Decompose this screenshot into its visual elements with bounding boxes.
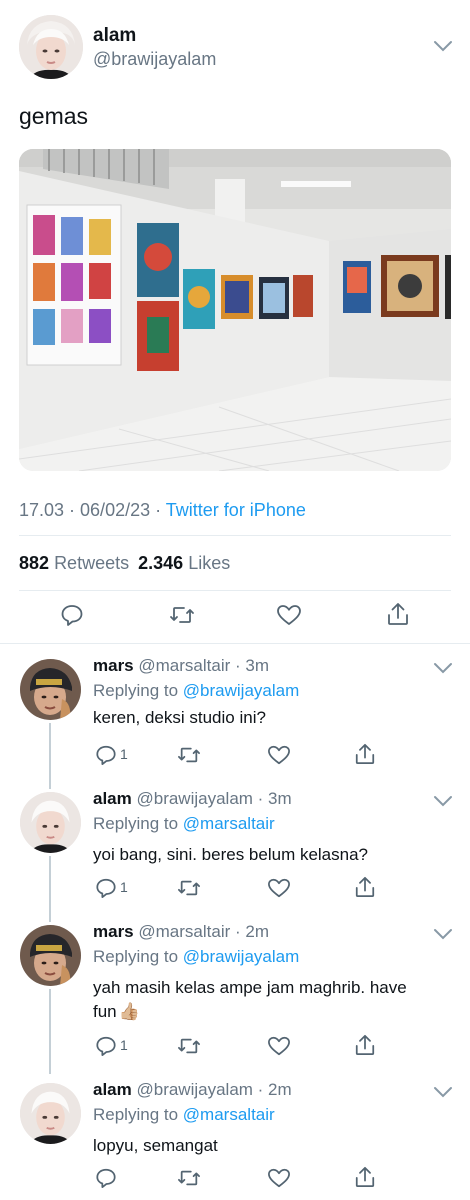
reply-icon[interactable] [95,1167,117,1189]
replying-to-label: Replying to [93,947,179,966]
tweet-meta: 17.03 · 06/02/23 · Twitter for iPhone [19,500,306,521]
like-icon[interactable] [267,1167,291,1189]
reply-text-line-1: yah masih kelas ampe jam maghrib. have [93,978,407,997]
replying-to: Replying to @brawijayalam [93,681,299,701]
reply-icon[interactable] [95,877,117,899]
divider [19,535,451,536]
replying-to-label: Replying to [93,814,179,833]
likes-label: Likes [188,553,231,573]
reply-header: alam @brawijayalam · 2m [93,1080,292,1100]
chevron-down-icon[interactable] [433,795,455,809]
retweet-icon[interactable] [177,1167,201,1189]
reply-header: mars @marsaltair · 2m [93,922,269,942]
replying-to-label: Replying to [93,1105,179,1124]
tweet-timestamp: 17.03 · 06/02/23 · [19,500,162,520]
replying-to: Replying to @marsaltair [93,814,275,834]
reply-avatar[interactable] [20,925,81,986]
replying-to-label: Replying to [93,681,179,700]
reply-count: 1 [120,879,128,895]
reply-header: alam @brawijayalam · 3m [93,789,292,809]
thread-line [49,989,51,1074]
reply-avatar[interactable] [20,659,81,720]
reply-avatar[interactable] [20,792,81,853]
share-icon[interactable] [354,742,376,766]
divider [19,590,451,591]
divider [0,643,470,644]
reply-text-line-2: fun 👍🏼 [93,1000,140,1024]
retweet-icon[interactable] [177,877,201,899]
author-handle[interactable]: @brawijayalam [93,49,216,70]
reply-icon[interactable] [95,744,117,766]
chevron-down-icon[interactable] [433,928,455,942]
thumbs-up-emoji: 👍🏼 [118,1002,140,1021]
reply-text: lopyu, semangat [93,1136,218,1155]
like-icon[interactable] [267,877,291,899]
replying-to-link[interactable]: @marsaltair [183,1105,275,1124]
retweets-count: 882 [19,553,50,573]
reply-text: yoi bang, sini. beres belum kelasna? [93,845,368,864]
reply-text: keren, deksi studio ini? [93,708,266,727]
replying-to: Replying to @brawijayalam [93,947,299,967]
reply-avatar[interactable] [20,1083,81,1144]
like-icon[interactable] [267,744,291,766]
likes-stat[interactable]: 2.346 Likes [138,553,230,573]
tweet-text: gemas [19,103,89,129]
tweet-source-link[interactable]: Twitter for iPhone [166,500,306,520]
reply-count: 1 [120,746,128,762]
like-icon[interactable] [267,1035,291,1057]
author-avatar[interactable] [19,15,83,79]
retweet-icon[interactable] [169,603,195,627]
replying-to: Replying to @marsaltair [93,1105,275,1125]
replying-to-link[interactable]: @brawijayalam [183,947,299,966]
retweets-label: Retweets [54,553,130,573]
reply-author-name[interactable]: alam [93,789,132,808]
retweet-icon[interactable] [177,1035,201,1057]
reply-header: mars @marsaltair · 3m [93,656,269,676]
share-icon[interactable] [354,875,376,899]
share-icon[interactable] [354,1165,376,1189]
chevron-down-icon[interactable] [433,1086,455,1100]
replying-to-link[interactable]: @marsaltair [183,814,275,833]
like-icon[interactable] [276,603,302,627]
reply-handle-time[interactable]: @brawijayalam · 3m [136,789,291,808]
reply-author-name[interactable]: mars [93,656,134,675]
thread-line [49,723,51,789]
engagement-counts: 882 Retweets 2.346 Likes [19,553,230,574]
reply-text: fun [93,1002,117,1021]
reply-icon[interactable] [95,1035,117,1057]
chevron-down-icon[interactable] [433,662,455,676]
reply-author-name[interactable]: mars [93,922,134,941]
share-icon[interactable] [386,601,410,627]
reply-handle-time[interactable]: @marsaltair · 3m [138,656,269,675]
retweets-stat[interactable]: 882 Retweets [19,553,134,573]
author-name[interactable]: alam [93,25,136,47]
retweet-icon[interactable] [177,744,201,766]
thread-line [49,856,51,922]
reply-handle-time[interactable]: @brawijayalam · 2m [136,1080,291,1099]
reply-count: 1 [120,1037,128,1053]
share-icon[interactable] [354,1033,376,1057]
reply-handle-time[interactable]: @marsaltair · 2m [138,922,269,941]
chevron-down-icon[interactable] [433,40,455,54]
reply-icon[interactable] [60,603,84,627]
tweet-photo[interactable] [19,149,451,471]
replying-to-link[interactable]: @brawijayalam [183,681,299,700]
likes-count: 2.346 [138,553,184,573]
reply-author-name[interactable]: alam [93,1080,132,1099]
